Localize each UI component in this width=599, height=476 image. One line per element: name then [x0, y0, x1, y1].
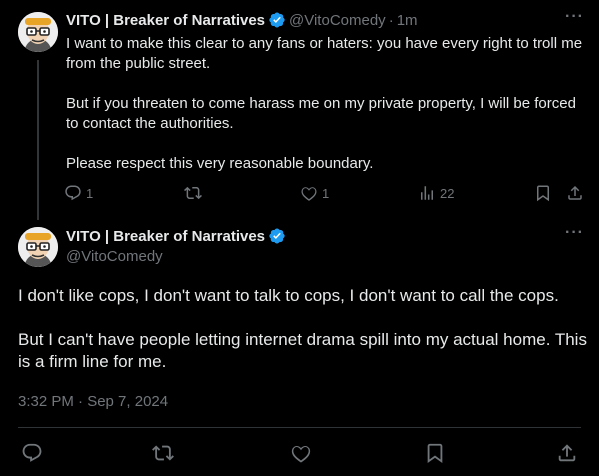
reply-tweet-text: I want to make this clear to any fans or…: [66, 34, 586, 194]
separator-dot: ·: [388, 11, 394, 29]
views-button[interactable]: 22: [418, 184, 454, 202]
reply-count: 1: [86, 185, 94, 201]
share-icon: [568, 185, 582, 200]
author-name[interactable]: VITO | Breaker of Narratives: [66, 12, 265, 29]
tweet-paragraph: Please respect this very reasonable boun…: [66, 155, 374, 172]
reply-button[interactable]: 1: [64, 184, 93, 202]
tweet-paragraph: I want to make this clear to any fans or…: [66, 35, 583, 72]
like-icon: [301, 187, 317, 201]
like-count: 1: [322, 185, 330, 201]
more-icon[interactable]: ···: [565, 8, 584, 26]
like-button[interactable]: [290, 442, 312, 464]
author-handle[interactable]: @VitoComedy: [289, 12, 386, 29]
verified-badge-icon: [268, 11, 286, 29]
share-icon: [558, 444, 576, 462]
bookmark-icon: [537, 185, 549, 202]
reply-icon: [22, 443, 42, 462]
divider: [18, 427, 581, 428]
thread-connector-line: [37, 60, 39, 220]
bookmark-button[interactable]: [424, 442, 446, 464]
repost-button[interactable]: [152, 442, 174, 464]
bookmark-button[interactable]: [534, 184, 552, 202]
views-count: 22: [440, 185, 455, 201]
share-button[interactable]: [566, 184, 584, 202]
bookmark-icon: [427, 443, 443, 464]
tweet-paragraph: But if you threaten to come harass me on…: [66, 95, 576, 132]
reply-button[interactable]: [21, 442, 43, 464]
reply-tweet-actions: 1 1 22: [64, 182, 599, 206]
verified-badge-icon: [268, 227, 286, 245]
tweet-paragraph: But I can't have people letting internet…: [18, 330, 587, 371]
views-icon: [421, 186, 433, 200]
like-icon: [291, 445, 311, 463]
more-icon[interactable]: ···: [565, 224, 584, 242]
main-tweet-actions: [0, 441, 599, 465]
like-button[interactable]: 1: [300, 184, 329, 202]
author-name[interactable]: VITO | Breaker of Narratives: [66, 228, 265, 245]
tweet-timestamp[interactable]: 3:32 PM · Sep 7, 2024: [18, 393, 168, 410]
reply-tweet-header: VITO | Breaker of Narratives @VitoComedy…: [66, 11, 418, 29]
tweet-time[interactable]: 1m: [397, 12, 418, 29]
repost-icon: [184, 186, 202, 200]
avatar[interactable]: [18, 227, 58, 267]
avatar[interactable]: [18, 12, 58, 52]
repost-button[interactable]: [184, 184, 206, 202]
share-button[interactable]: [556, 442, 578, 464]
main-tweet-text: I don't like cops, I don't want to talk …: [18, 285, 588, 395]
repost-icon: [152, 445, 174, 461]
reply-icon: [65, 185, 81, 201]
main-tweet-header: VITO | Breaker of Narratives: [66, 227, 289, 245]
author-handle[interactable]: @VitoComedy: [66, 248, 163, 265]
tweet-paragraph: I don't like cops, I don't want to talk …: [18, 286, 559, 305]
